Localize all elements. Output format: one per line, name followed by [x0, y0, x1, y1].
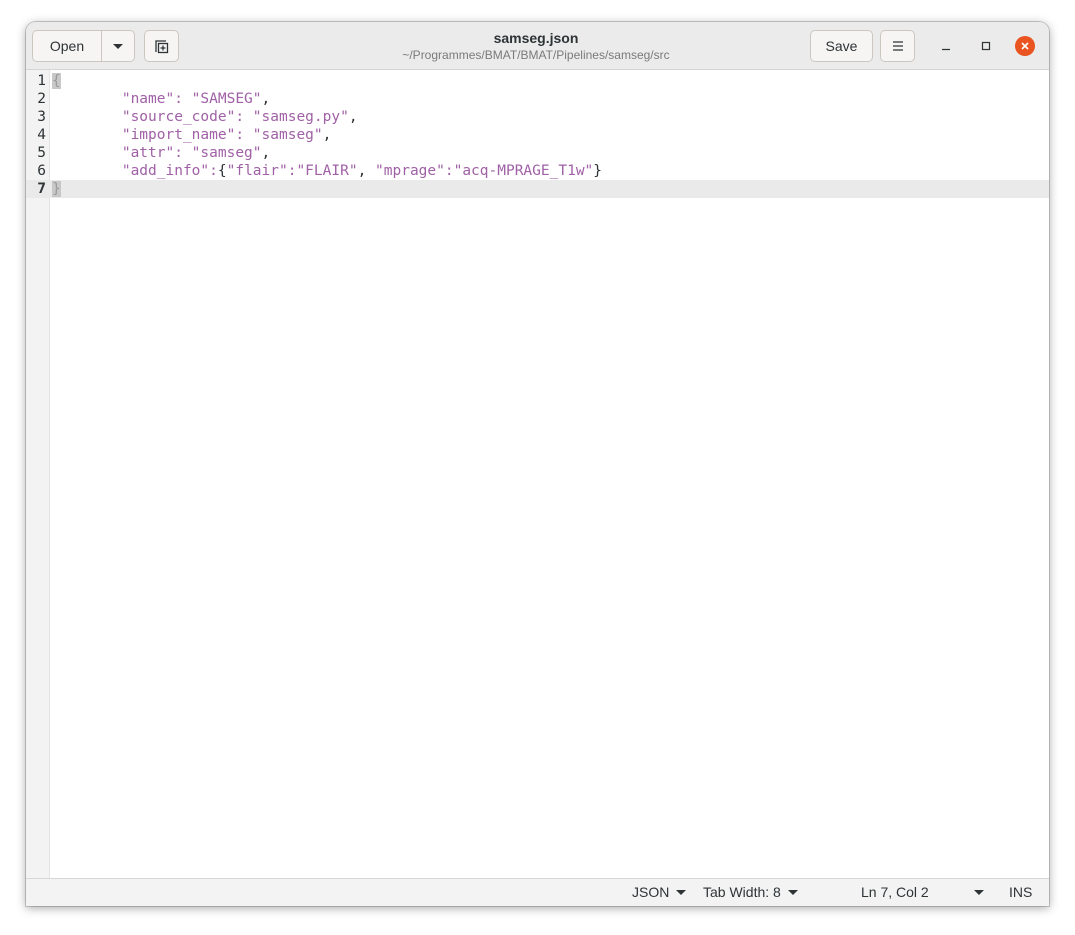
- insert-mode-label: INS: [1009, 884, 1033, 900]
- close-button[interactable]: [1015, 36, 1035, 56]
- main-menu-button[interactable]: [880, 30, 915, 62]
- line-number: 1: [37, 73, 46, 89]
- code-token: ,: [261, 145, 271, 161]
- maximize-icon: [981, 41, 991, 51]
- chevron-down-icon: [113, 43, 123, 49]
- cursor-position-selector[interactable]: Ln 7, Col 2: [861, 884, 984, 900]
- string-token: "add_info":: [121, 163, 218, 179]
- header-bar: Open samseg.json ~/Programmes/BMAT/BMAT/…: [26, 22, 1049, 70]
- code-line[interactable]: 7}: [26, 180, 1049, 198]
- hamburger-icon: [892, 41, 903, 51]
- string-token: "mprage":"acq-MPRAGE_T1w": [375, 163, 594, 179]
- string-token: "attr": "samseg": [121, 145, 262, 161]
- text-editor[interactable]: 1{2 "name": "SAMSEG", 3 "source_code": "s…: [26, 70, 1049, 878]
- chevron-down-icon: [787, 889, 798, 895]
- open-button-group: Open: [32, 30, 135, 62]
- window-title-block: samseg.json ~/Programmes/BMAT/BMAT/Pipel…: [326, 30, 746, 63]
- code-line[interactable]: 3 "source_code": "samseg.py",: [26, 108, 1049, 126]
- minimize-button[interactable]: [936, 36, 956, 56]
- open-menu-button[interactable]: [102, 31, 134, 61]
- insert-mode-indicator[interactable]: INS: [1009, 884, 1032, 900]
- document-path: ~/Programmes/BMAT/BMAT/Pipelines/samseg/…: [402, 48, 670, 62]
- matched-brace: {: [52, 73, 61, 89]
- line-number: 3: [37, 109, 46, 125]
- code-line[interactable]: 2 "name": "SAMSEG",: [26, 90, 1049, 108]
- code-line[interactable]: 5 "attr": "samseg",: [26, 144, 1049, 162]
- code-line[interactable]: 4 "import_name": "samseg",: [26, 126, 1049, 144]
- tab-width-selector[interactable]: Tab Width: 8: [703, 884, 798, 900]
- line-number: 7: [37, 181, 46, 197]
- status-bar: JSON Tab Width: 8 Ln 7, Col 2 INS: [26, 878, 1049, 906]
- code-line[interactable]: 1{: [26, 72, 1049, 90]
- code-token: ,: [357, 163, 376, 179]
- code-text: "attr": "samseg",: [52, 144, 270, 162]
- code-token: {: [217, 163, 227, 179]
- code-token: }: [593, 163, 603, 179]
- code-text: "source_code": "samseg.py",: [52, 108, 358, 126]
- code-text: {: [52, 72, 61, 90]
- line-number: 5: [37, 145, 46, 161]
- close-icon: [1021, 42, 1029, 50]
- code-text: "name": "SAMSEG",: [52, 90, 270, 108]
- string-token: "source_code": "samseg.py": [121, 109, 349, 125]
- code-token: ,: [261, 91, 271, 107]
- document-title: samseg.json: [493, 30, 579, 46]
- line-number: 6: [37, 163, 46, 179]
- code-text: "add_info":{"flair":"FLAIR", "mprage":"a…: [52, 162, 602, 180]
- editor-window: Open samseg.json ~/Programmes/BMAT/BMAT/…: [26, 22, 1049, 906]
- matched-brace: }: [52, 181, 61, 197]
- string-token: "name": "SAMSEG": [121, 91, 262, 107]
- line-number: 4: [37, 127, 46, 143]
- cursor-position-label: Ln 7, Col 2: [861, 884, 929, 900]
- minimize-icon: [942, 48, 950, 51]
- maximize-button[interactable]: [976, 36, 996, 56]
- tab-width-label: Tab Width: 8: [703, 884, 781, 900]
- code-text: }: [52, 180, 61, 198]
- code-token: ,: [322, 127, 332, 143]
- new-tab-button[interactable]: [144, 30, 179, 62]
- line-number: 2: [37, 91, 46, 107]
- code-token: ,: [348, 109, 358, 125]
- chevron-down-icon: [676, 889, 687, 895]
- open-button[interactable]: Open: [33, 31, 102, 61]
- language-label: JSON: [632, 884, 670, 900]
- language-selector[interactable]: JSON: [632, 884, 687, 900]
- save-button[interactable]: Save: [810, 30, 873, 62]
- code-text: "import_name": "samseg",: [52, 126, 332, 144]
- string-token: "flair":"FLAIR": [226, 163, 358, 179]
- new-tab-icon: [154, 40, 168, 54]
- chevron-down-icon: [973, 889, 984, 895]
- string-token: "import_name": "samseg": [121, 127, 323, 143]
- code-line[interactable]: 6 "add_info":{"flair":"FLAIR", "mprage":…: [26, 162, 1049, 180]
